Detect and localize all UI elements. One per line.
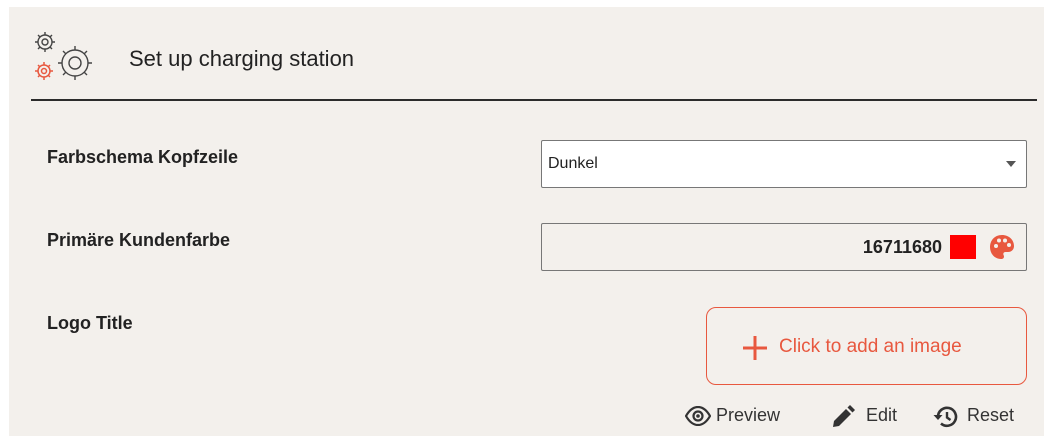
pencil-icon [833,405,855,427]
add-image-label: Click to add an image [779,336,962,357]
header-color-scheme-label: Farbschema Kopfzeile [47,147,239,167]
edit-label: Edit [866,405,898,425]
header-color-scheme-select[interactable]: Dunkel [541,140,1027,188]
logo-title-label: Logo Title [47,313,133,333]
reset-label: Reset [967,405,1015,425]
panel-header: Set up charging station [31,29,1031,99]
reset-button[interactable]: Reset [933,404,1033,428]
primary-color-value: 16711680 [862,237,942,257]
page-title: Set up charging station [129,46,355,71]
history-icon [933,406,958,428]
header-divider [31,99,1037,101]
edit-button[interactable]: Edit [831,404,911,428]
header-color-scheme-value: Dunkel [548,155,598,172]
primary-color-label: Primäre Kundenfarbe [47,230,231,250]
eye-icon [685,406,711,426]
palette-icon[interactable] [988,233,1016,261]
color-swatch [950,235,976,259]
gears-icon [35,32,92,80]
primary-color-field[interactable]: 16711680 [541,223,1027,271]
preview-button[interactable]: Preview [685,405,807,429]
chevron-down-icon [1006,161,1016,167]
add-image-button[interactable]: Click to add an image [706,307,1027,385]
preview-label: Preview [716,405,781,425]
plus-icon [743,336,767,360]
settings-panel: Set up charging station Farbschema Kopfz… [9,7,1044,436]
